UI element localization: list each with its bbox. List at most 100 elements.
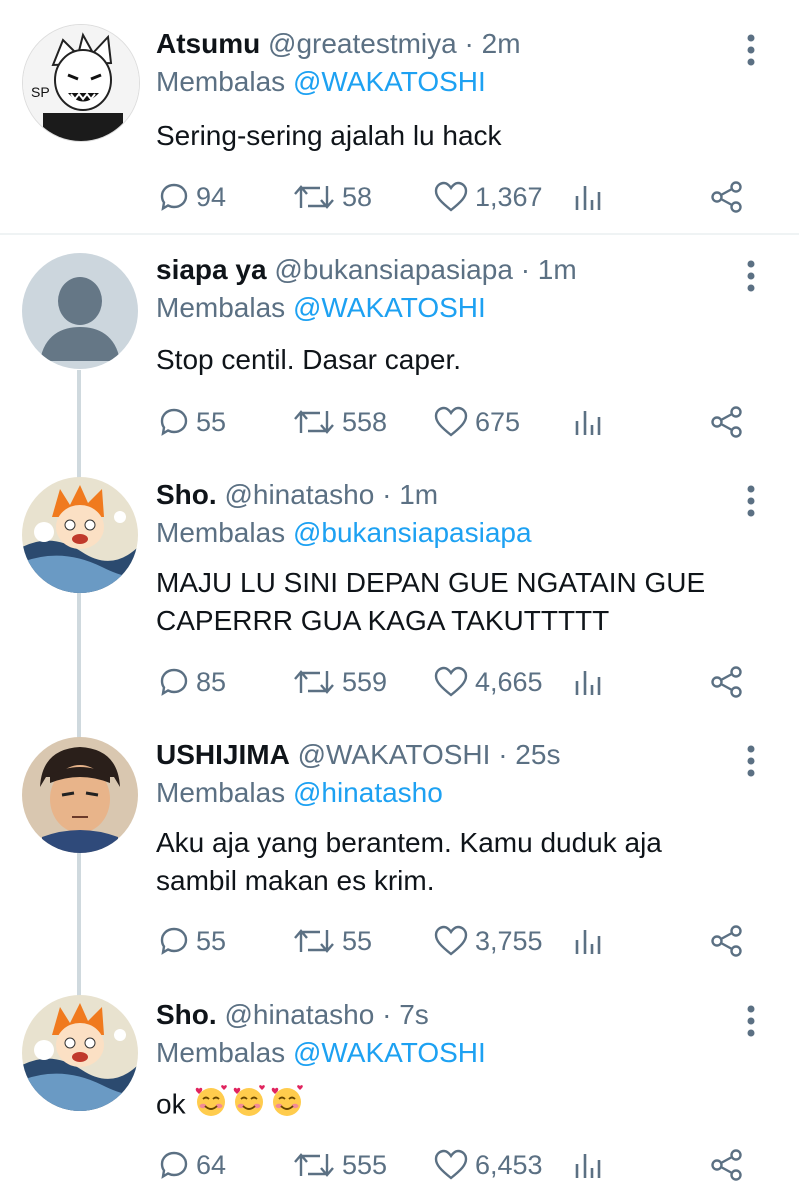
avatar[interactable] — [22, 995, 138, 1111]
retweet-icon — [294, 410, 334, 434]
user-handle[interactable]: @bukansiapasiapa — [274, 254, 513, 285]
reply-mention[interactable]: @WAKATOSHI — [293, 292, 486, 323]
like-button[interactable]: 3,755 — [433, 921, 543, 961]
user-handle[interactable]: @WAKATOSHI — [298, 739, 491, 770]
tweet[interactable]: Sho. @hinatasho · 1m Membalas @bukansiap… — [0, 461, 799, 721]
display-name[interactable]: USHIJIMA — [156, 739, 290, 770]
user-handle[interactable]: @hinatasho — [224, 999, 374, 1030]
display-name[interactable]: siapa ya — [156, 254, 267, 285]
tweet-text: Aku aja yang berantem. Kamu duduk aja sa… — [156, 827, 662, 896]
user-handle[interactable]: @greatestmiya — [268, 28, 457, 59]
like-button[interactable]: 1,367 — [433, 177, 543, 217]
timestamp[interactable]: 2m — [482, 28, 521, 59]
avatar[interactable]: SP — [22, 24, 140, 142]
like-button[interactable]: 4,665 — [433, 662, 543, 702]
display-name[interactable]: Sho. — [156, 479, 217, 510]
share-button[interactable] — [710, 177, 744, 217]
tweet-actions: 94 58 1,367 — [0, 177, 799, 217]
retweet-icon — [294, 185, 334, 209]
retweet-icon — [294, 670, 334, 694]
reply-count: 55 — [196, 925, 227, 956]
tweet-text: MAJU LU SINI DEPAN GUE NGATAIN GUE CAPER… — [156, 567, 706, 636]
retweet-button[interactable]: 58 — [292, 177, 372, 217]
timestamp[interactable]: 1m — [538, 254, 577, 285]
reply-mention[interactable]: @hinatasho — [293, 777, 443, 808]
like-count: 1,367 — [475, 181, 543, 212]
reply-button[interactable]: 55 — [158, 921, 226, 961]
smiling-face-with-hearts-icon — [193, 1084, 229, 1128]
tweet-actions: 55 558 675 — [0, 402, 799, 442]
timestamp[interactable]: 25s — [515, 739, 560, 770]
reply-button[interactable]: 85 — [158, 662, 226, 702]
reply-context: Membalas @WAKATOSHI — [156, 65, 486, 99]
timestamp[interactable]: 7s — [399, 999, 429, 1030]
share-button[interactable] — [710, 662, 744, 702]
retweet-button[interactable]: 558 — [292, 402, 387, 442]
tweet-header: siapa ya @bukansiapasiapa · 1m — [156, 253, 577, 287]
share-icon — [711, 1149, 742, 1181]
display-name[interactable]: Atsumu — [156, 28, 260, 59]
more-options-icon[interactable] — [740, 258, 762, 298]
reply-button[interactable]: 64 — [158, 1145, 226, 1185]
tweet-header: Sho. @hinatasho · 7s — [156, 998, 429, 1032]
separator-dot: · — [520, 254, 531, 285]
retweet-count: 558 — [342, 406, 388, 437]
tweet[interactable]: Sho. @hinatasho · 7s Membalas @WAKATOSHI… — [0, 981, 799, 1200]
like-button[interactable]: 675 — [433, 402, 520, 442]
reply-mention[interactable]: @bukansiapasiapa — [293, 517, 532, 548]
retweet-count: 555 — [342, 1149, 388, 1180]
analytics-button[interactable] — [573, 402, 603, 442]
reply-button[interactable]: 94 — [158, 177, 226, 217]
tweet[interactable]: siapa ya @bukansiapasiapa · 1m Membalas … — [0, 236, 799, 456]
analytics-button[interactable] — [573, 1145, 603, 1185]
more-options-icon[interactable] — [740, 743, 762, 783]
analytics-button[interactable] — [573, 662, 603, 702]
reply-icon — [160, 668, 188, 696]
retweet-button[interactable]: 559 — [292, 662, 387, 702]
tweet-actions: 55 55 3,755 — [0, 921, 799, 961]
avatar[interactable] — [22, 737, 138, 853]
tweet[interactable]: SP Atsumu @greatestmiya · 2m Membalas @W… — [0, 10, 799, 230]
tweet-text: Stop centil. Dasar caper. — [156, 344, 462, 375]
avatar[interactable] — [22, 253, 138, 369]
reply-prefix: Membalas — [156, 1037, 286, 1068]
retweet-button[interactable]: 55 — [292, 921, 372, 961]
share-icon — [711, 181, 742, 213]
more-options-icon[interactable] — [740, 32, 762, 72]
separator-dot: · — [464, 28, 474, 59]
reply-mention[interactable]: @WAKATOSHI — [293, 1037, 486, 1068]
analytics-icon — [575, 671, 601, 695]
user-handle[interactable]: @hinatasho — [224, 479, 374, 510]
tweet-separator — [0, 233, 799, 235]
analytics-icon — [575, 930, 601, 954]
tweet-header: Atsumu @greatestmiya · 2m — [156, 27, 521, 61]
timestamp[interactable]: 1m — [399, 479, 438, 510]
heart-icon — [434, 1149, 468, 1180]
tweet[interactable]: USHIJIMA @WAKATOSHI · 25s Membalas @hina… — [0, 721, 799, 981]
avatar[interactable] — [22, 477, 138, 593]
share-button[interactable] — [710, 921, 744, 961]
share-button[interactable] — [710, 402, 744, 442]
reply-context: Membalas @hinatasho — [156, 776, 443, 810]
retweet-button[interactable]: 555 — [292, 1145, 387, 1185]
analytics-button[interactable] — [573, 177, 603, 217]
tweet-header: USHIJIMA @WAKATOSHI · 25s — [156, 738, 560, 772]
reply-context: Membalas @bukansiapasiapa — [156, 516, 532, 550]
more-options-icon[interactable] — [740, 1003, 762, 1043]
reply-button[interactable]: 55 — [158, 402, 226, 442]
reply-context: Membalas @WAKATOSHI — [156, 1036, 486, 1070]
share-button[interactable] — [710, 1145, 744, 1185]
retweet-count: 55 — [342, 925, 373, 956]
reply-icon — [160, 183, 188, 211]
reply-mention[interactable]: @WAKATOSHI — [293, 66, 486, 97]
heart-icon — [434, 181, 468, 212]
heart-icon — [434, 666, 468, 697]
display-name[interactable]: Sho. — [156, 999, 217, 1030]
analytics-button[interactable] — [573, 921, 603, 961]
smiling-face-with-hearts-icon — [231, 1084, 267, 1128]
like-button[interactable]: 6,453 — [433, 1145, 543, 1185]
more-options-icon[interactable] — [740, 483, 762, 523]
tweet-text: ok — [156, 1084, 756, 1128]
reply-count: 85 — [196, 666, 227, 697]
smiling-face-with-hearts-icon — [269, 1084, 305, 1128]
